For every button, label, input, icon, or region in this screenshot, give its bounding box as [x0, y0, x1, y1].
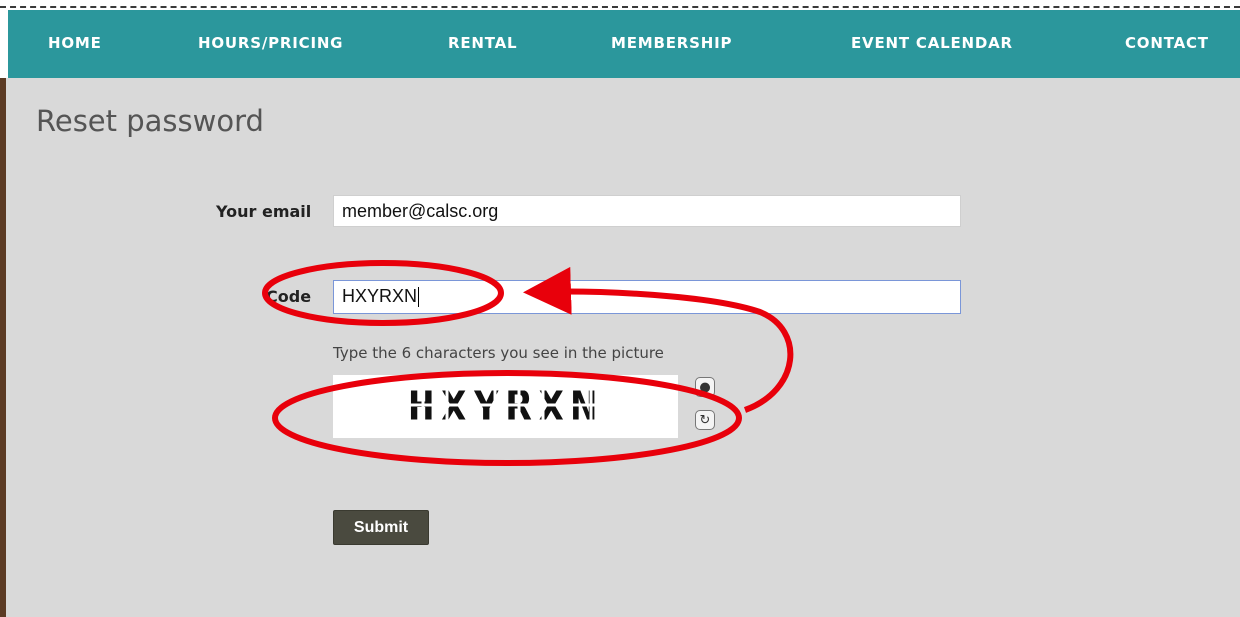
code-field[interactable]: HXYRXN	[333, 280, 961, 314]
nav-rental[interactable]: RENTAL	[448, 34, 517, 52]
nav-home[interactable]: HOME	[48, 34, 102, 52]
page-title: Reset password	[36, 104, 264, 138]
code-value: HXYRXN	[342, 286, 418, 306]
email-label: Your email	[216, 202, 312, 221]
captcha-refresh-button[interactable]: ↻	[695, 410, 715, 430]
captcha-audio-button[interactable]: ●	[695, 377, 715, 397]
nav-membership[interactable]: MEMBERSHIP	[611, 34, 732, 52]
email-value: member@calsc.org	[342, 201, 499, 221]
captcha-noise-grid	[333, 375, 678, 438]
captcha-instructions: Type the 6 characters you see in the pic…	[333, 344, 664, 362]
nav-hours-pricing[interactable]: HOURS/PRICING	[198, 34, 343, 52]
text-caret	[418, 287, 420, 308]
submit-button[interactable]: Submit	[333, 510, 429, 545]
top-border	[0, 0, 1240, 8]
refresh-icon: ↻	[699, 412, 711, 428]
audio-icon: ●	[699, 379, 711, 395]
nav-contact[interactable]: CONTACT	[1125, 34, 1209, 52]
code-label: Code	[266, 287, 312, 306]
email-field[interactable]: member@calsc.org	[333, 195, 961, 227]
captcha-image: HXYRXN	[333, 375, 678, 438]
nav-event-calendar[interactable]: EVENT CALENDAR	[851, 34, 1013, 52]
main-content: Reset password Your email member@calsc.o…	[6, 78, 1240, 617]
main-navigation: HOME HOURS/PRICING RENTAL MEMBERSHIP EVE…	[8, 10, 1240, 78]
